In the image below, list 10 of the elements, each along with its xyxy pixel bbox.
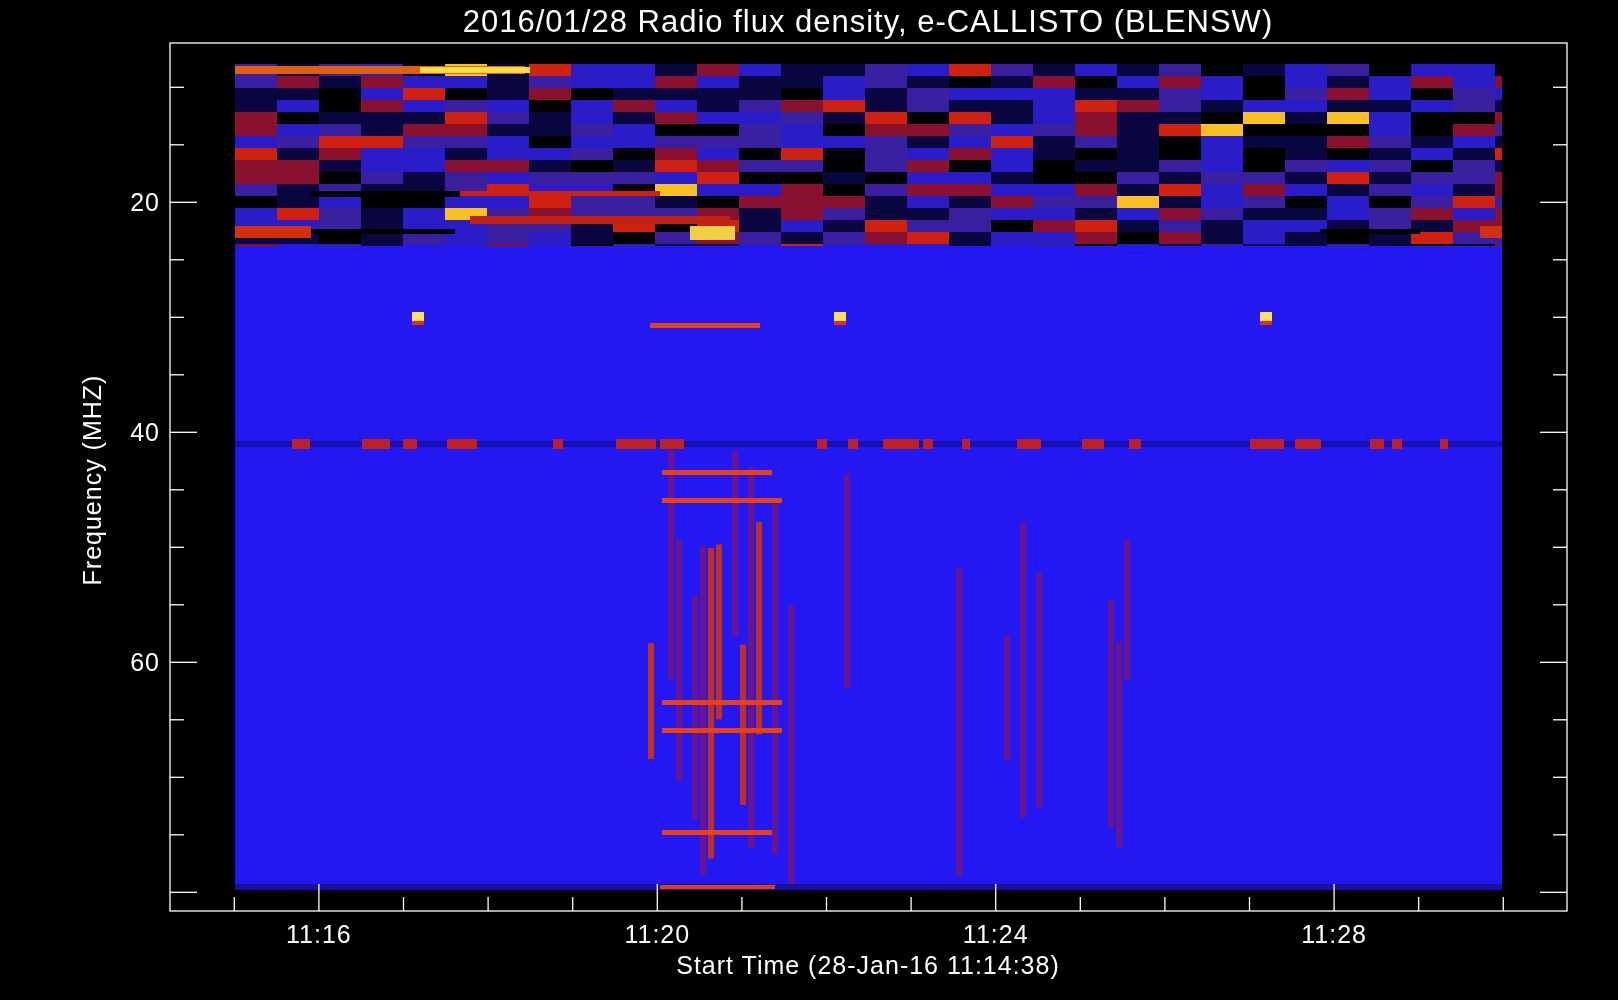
x-axis-label: Start Time (28-Jan-16 11:14:38) (676, 951, 1060, 979)
y-tick-label: 20 (130, 188, 160, 217)
x-tick-label: 11:16 (286, 920, 352, 948)
y-tick-label: 40 (130, 418, 160, 447)
x-tick-label: 11:24 (962, 920, 1029, 948)
chart-title: 2016/01/28 Radio flux density, e-CALLISTO (BLENSW) (462, 4, 1274, 39)
x-tick-label: 11:28 (1301, 920, 1367, 948)
y-axis-label: Frequency (MHZ) (78, 374, 106, 586)
x-tick-label: 11:20 (624, 920, 691, 948)
y-tick-label: 60 (130, 648, 160, 677)
